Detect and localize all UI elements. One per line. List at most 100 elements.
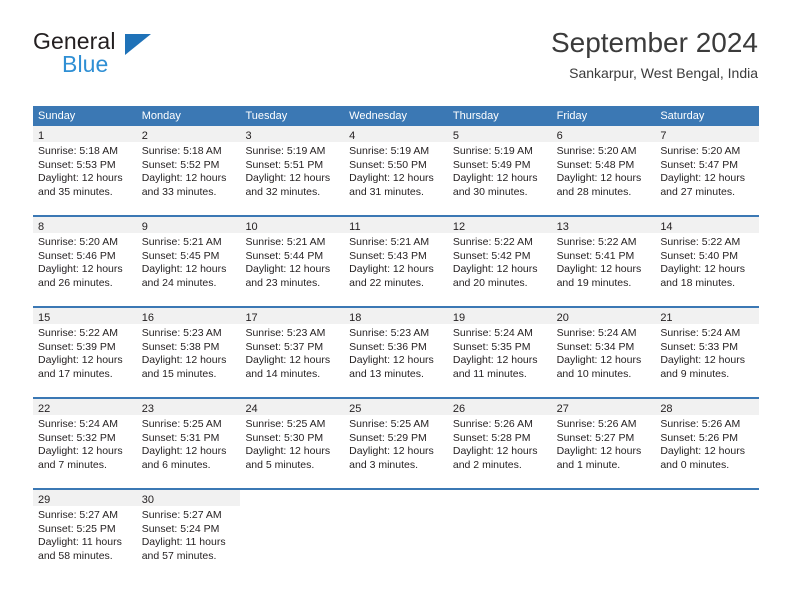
daylight-text-line1: Daylight: 12 hours	[556, 172, 642, 184]
day-cell[interactable]: 26 Sunrise: 5:26 AM Sunset: 5:28 PM Dayl…	[447, 399, 552, 483]
day-number: 9	[141, 221, 148, 233]
day-cell[interactable]: 9 Sunrise: 5:21 AM Sunset: 5:45 PM Dayli…	[136, 217, 241, 301]
day-cell[interactable]: 19 Sunrise: 5:24 AM Sunset: 5:35 PM Dayl…	[447, 308, 552, 392]
day-cell[interactable]: 21 Sunrise: 5:24 AM Sunset: 5:33 PM Dayl…	[655, 308, 760, 392]
day-number-bar: 23	[136, 399, 241, 415]
day-number-bar: 8	[33, 217, 137, 233]
daylight-text-line1: Daylight: 12 hours	[38, 263, 123, 275]
day-number: 26	[452, 403, 466, 415]
day-number-bar: 4	[344, 126, 448, 142]
day-details: Sunrise: 5:21 AM Sunset: 5:43 PM Dayligh…	[344, 233, 448, 290]
sunset-text: Sunset: 5:39 PM	[38, 340, 116, 353]
day-cell[interactable]: 14 Sunrise: 5:22 AM Sunset: 5:40 PM Dayl…	[655, 217, 760, 301]
day-cell[interactable]: 24 Sunrise: 5:25 AM Sunset: 5:30 PM Dayl…	[240, 399, 345, 483]
day-number-bar: 28	[655, 399, 760, 415]
daylight-text-line2: and 9 minutes.	[660, 367, 730, 380]
daylight-text-line1: Daylight: 12 hours	[452, 263, 538, 275]
day-number: 4	[349, 130, 356, 142]
day-number-bar	[448, 490, 552, 506]
day-number: 29	[38, 494, 51, 506]
daylight-text-line2: and 27 minutes.	[660, 185, 736, 198]
day-cell[interactable]: 11 Sunrise: 5:21 AM Sunset: 5:43 PM Dayl…	[344, 217, 448, 301]
week-row: 8 Sunrise: 5:20 AM Sunset: 5:46 PM Dayli…	[33, 215, 760, 301]
sunset-text: Sunset: 5:37 PM	[245, 340, 324, 353]
day-cell[interactable]: 3 Sunrise: 5:19 AM Sunset: 5:51 PM Dayli…	[240, 126, 345, 210]
day-details: Sunrise: 5:22 AM Sunset: 5:39 PM Dayligh…	[33, 324, 137, 381]
daylight-text-line1: Daylight: 12 hours	[245, 354, 331, 366]
day-number-bar: 24	[240, 399, 345, 415]
day-cell[interactable]: 23 Sunrise: 5:25 AM Sunset: 5:31 PM Dayl…	[136, 399, 241, 483]
daylight-text-line1: Daylight: 11 hours	[141, 536, 226, 548]
calendar-grid: Sunday Monday Tuesday Wednesday Thursday…	[33, 106, 760, 574]
sunrise-text: Sunrise: 5:27 AM	[141, 509, 222, 521]
day-cell[interactable]: 5 Sunrise: 5:19 AM Sunset: 5:49 PM Dayli…	[447, 126, 552, 210]
day-cell[interactable]: 17 Sunrise: 5:23 AM Sunset: 5:37 PM Dayl…	[240, 308, 345, 392]
day-cell[interactable]: 30 Sunrise: 5:27 AM Sunset: 5:24 PM Dayl…	[136, 490, 241, 574]
day-cell[interactable]: 1 Sunrise: 5:18 AM Sunset: 5:53 PM Dayli…	[33, 126, 137, 210]
daylight-text-line2: and 19 minutes.	[556, 276, 632, 289]
day-cell[interactable]: 7 Sunrise: 5:20 AM Sunset: 5:47 PM Dayli…	[655, 126, 760, 210]
sunrise-text: Sunrise: 5:18 AM	[141, 145, 222, 157]
day-cell-empty	[344, 490, 448, 574]
sunrise-text: Sunrise: 5:25 AM	[141, 418, 222, 430]
day-number: 5	[452, 130, 459, 142]
daylight-text-line2: and 18 minutes.	[660, 276, 736, 289]
day-number-bar: 16	[136, 308, 241, 324]
daylight-text-line1: Daylight: 12 hours	[141, 354, 227, 366]
day-number-bar: 12	[447, 217, 552, 233]
week-row: 1 Sunrise: 5:18 AM Sunset: 5:53 PM Dayli…	[33, 126, 760, 210]
daylight-text-line1: Daylight: 12 hours	[245, 445, 331, 457]
day-number: 19	[452, 312, 466, 324]
day-number-bar: 18	[344, 308, 448, 324]
day-number-bar: 10	[240, 217, 345, 233]
sunset-text: Sunset: 5:36 PM	[349, 340, 427, 353]
day-cell[interactable]: 20 Sunrise: 5:24 AM Sunset: 5:34 PM Dayl…	[551, 308, 656, 392]
weekday-header-friday: Friday	[556, 110, 588, 122]
general-blue-logo[interactable]: General Blue	[33, 30, 163, 78]
sunset-text: Sunset: 5:27 PM	[556, 431, 635, 444]
day-cell[interactable]: 10 Sunrise: 5:21 AM Sunset: 5:44 PM Dayl…	[240, 217, 345, 301]
daylight-text-line2: and 3 minutes.	[349, 458, 419, 471]
daylight-text-line1: Daylight: 12 hours	[452, 172, 538, 184]
daylight-text-line2: and 5 minutes.	[245, 458, 315, 471]
day-cell[interactable]: 4 Sunrise: 5:19 AM Sunset: 5:50 PM Dayli…	[344, 126, 448, 210]
day-cell[interactable]: 27 Sunrise: 5:26 AM Sunset: 5:27 PM Dayl…	[551, 399, 656, 483]
day-details: Sunrise: 5:24 AM Sunset: 5:33 PM Dayligh…	[655, 324, 759, 381]
day-number: 17	[245, 312, 258, 324]
sunset-text: Sunset: 5:52 PM	[141, 158, 220, 171]
day-cell[interactable]: 22 Sunrise: 5:24 AM Sunset: 5:32 PM Dayl…	[33, 399, 137, 483]
day-number-bar	[552, 490, 656, 506]
day-details: Sunrise: 5:24 AM Sunset: 5:34 PM Dayligh…	[552, 324, 656, 381]
day-number-bar: 1	[33, 126, 137, 142]
sunrise-text: Sunrise: 5:19 AM	[349, 145, 430, 157]
day-details: Sunrise: 5:23 AM Sunset: 5:37 PM Dayligh…	[240, 324, 344, 381]
sunset-text: Sunset: 5:35 PM	[452, 340, 531, 353]
sunrise-text: Sunrise: 5:22 AM	[556, 236, 637, 248]
day-cell[interactable]: 28 Sunrise: 5:26 AM Sunset: 5:26 PM Dayl…	[655, 399, 760, 483]
day-cell[interactable]: 12 Sunrise: 5:22 AM Sunset: 5:42 PM Dayl…	[447, 217, 552, 301]
day-cell[interactable]: 2 Sunrise: 5:18 AM Sunset: 5:52 PM Dayli…	[136, 126, 241, 210]
day-number-bar: 25	[344, 399, 448, 415]
day-cell[interactable]: 29 Sunrise: 5:27 AM Sunset: 5:25 PM Dayl…	[33, 490, 137, 574]
daylight-text-line2: and 15 minutes.	[141, 367, 217, 380]
sunrise-text: Sunrise: 5:25 AM	[349, 418, 430, 430]
day-cell[interactable]: 13 Sunrise: 5:22 AM Sunset: 5:41 PM Dayl…	[551, 217, 656, 301]
daylight-text-line1: Daylight: 12 hours	[38, 445, 123, 457]
week-row: 15 Sunrise: 5:22 AM Sunset: 5:39 PM Dayl…	[33, 306, 760, 392]
sunrise-text: Sunrise: 5:24 AM	[452, 327, 533, 339]
day-number: 23	[141, 403, 154, 415]
day-number-bar: 15	[33, 308, 137, 324]
weekday-header-thursday: Thursday	[452, 110, 499, 122]
day-cell[interactable]: 15 Sunrise: 5:22 AM Sunset: 5:39 PM Dayl…	[33, 308, 137, 392]
day-cell[interactable]: 8 Sunrise: 5:20 AM Sunset: 5:46 PM Dayli…	[33, 217, 137, 301]
day-cell[interactable]: 16 Sunrise: 5:23 AM Sunset: 5:38 PM Dayl…	[136, 308, 241, 392]
day-cell[interactable]: 25 Sunrise: 5:25 AM Sunset: 5:29 PM Dayl…	[344, 399, 448, 483]
day-cell[interactable]: 6 Sunrise: 5:20 AM Sunset: 5:48 PM Dayli…	[551, 126, 656, 210]
day-number: 24	[245, 403, 258, 415]
daylight-text-line1: Daylight: 12 hours	[556, 263, 642, 275]
daylight-text-line2: and 6 minutes.	[141, 458, 211, 471]
day-cell[interactable]: 18 Sunrise: 5:23 AM Sunset: 5:36 PM Dayl…	[344, 308, 448, 392]
day-number-bar: 11	[344, 217, 448, 233]
sunset-text: Sunset: 5:31 PM	[141, 431, 220, 444]
day-number: 3	[245, 130, 252, 142]
